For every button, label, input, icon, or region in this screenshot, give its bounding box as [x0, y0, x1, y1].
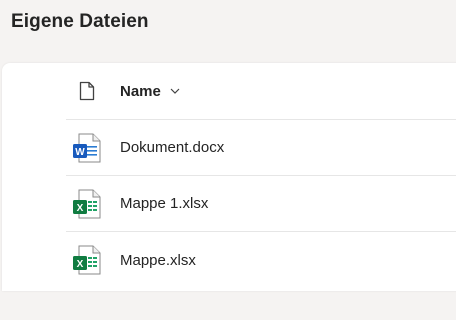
column-header-name-label: Name: [120, 82, 161, 100]
table-row[interactable]: X Mappe 1.xlsx: [66, 176, 456, 232]
svg-text:W: W: [75, 147, 85, 158]
file-list-header: Name: [66, 63, 456, 120]
page-title: Eigene Dateien: [11, 11, 149, 32]
file-name[interactable]: Mappe.xlsx: [120, 252, 196, 269]
document-icon[interactable]: [70, 74, 104, 108]
file-list-panel: Name W Dokument.docx X Mappe 1.xlsx X Ma…: [2, 63, 456, 291]
table-row[interactable]: W Dokument.docx: [66, 120, 456, 176]
excel-icon: X: [70, 187, 104, 221]
file-name[interactable]: Mappe 1.xlsx: [120, 195, 208, 212]
file-name[interactable]: Dokument.docx: [120, 139, 224, 156]
word-icon: W: [70, 131, 104, 165]
excel-icon: X: [70, 243, 104, 277]
column-header-name[interactable]: Name: [120, 83, 181, 100]
table-row[interactable]: X Mappe.xlsx: [66, 232, 456, 288]
chevron-down-icon: [170, 88, 180, 94]
svg-text:X: X: [77, 259, 84, 270]
svg-text:X: X: [77, 203, 84, 214]
